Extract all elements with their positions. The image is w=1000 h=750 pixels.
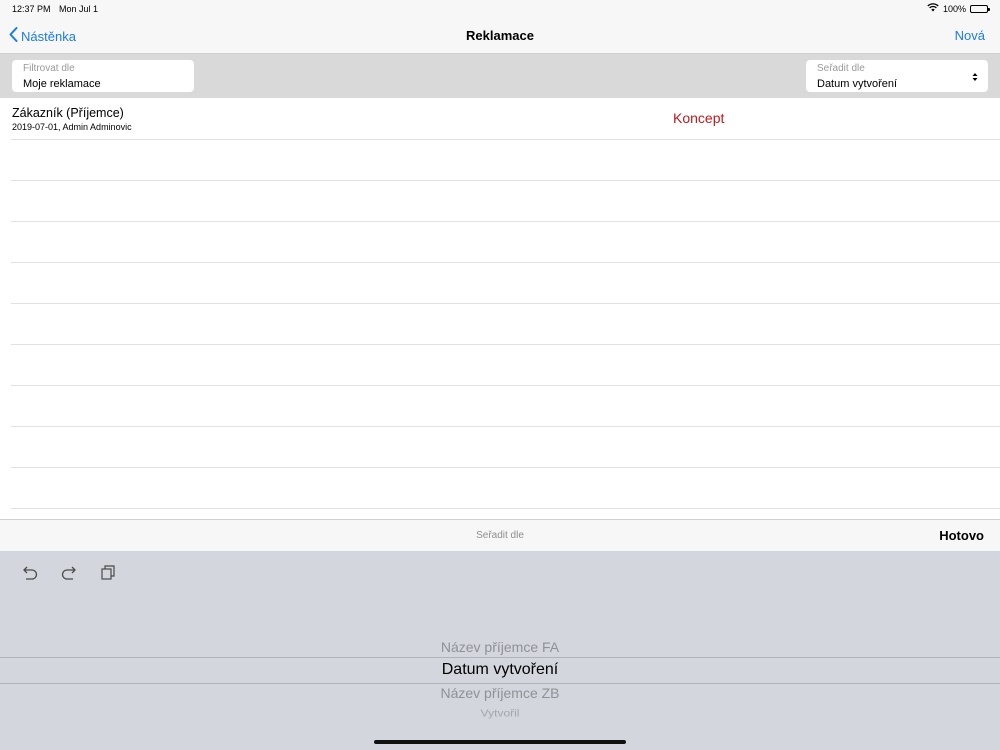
status-badge: Koncept (673, 110, 725, 126)
battery-icon (970, 4, 990, 13)
sort-label: Seřadit dle (817, 63, 865, 74)
filter-value: Moje reklamace (23, 78, 101, 90)
picker-option[interactable]: Název příjemce FA (0, 639, 1000, 655)
picker-toolbar: Seřadit dle Hotovo (0, 519, 1000, 551)
picker-selection-bottom-line (0, 683, 1000, 684)
sort-arrows-icon (972, 70, 978, 82)
row-divider (11, 139, 1000, 140)
done-button[interactable]: Hotovo (939, 528, 984, 543)
list-item-subtitle: 2019-07-01, Admin Adminovic (12, 122, 132, 132)
undo-icon[interactable] (20, 563, 40, 581)
sort-field[interactable]: Seřadit dle Datum vytvoření (806, 60, 988, 92)
list-item-title: Zákazník (Příjemce) (12, 106, 124, 120)
nav-bar: Nástěnka Reklamace Nová (0, 18, 1000, 54)
picker-option[interactable]: Vytvořil (0, 707, 1000, 719)
new-button[interactable]: Nová (955, 28, 985, 43)
picker-option[interactable]: Název příjemce ZB (0, 685, 1000, 701)
wifi-icon (927, 3, 939, 14)
list-item[interactable]: Zákazník (Příjemce) 2019-07-01, Admin Ad… (0, 98, 1000, 139)
sort-value: Datum vytvoření (817, 78, 898, 90)
row-divider (11, 262, 1000, 263)
battery-percent: 100% (942, 3, 966, 14)
row-divider (11, 426, 1000, 427)
row-divider (11, 303, 1000, 304)
picker-option-selected[interactable]: Datum vytvoření (0, 661, 1000, 679)
picker-area: Název příjemce FA Datum vytvoření Název … (0, 551, 1000, 750)
status-date: Mon Jul 1 (59, 4, 99, 14)
row-divider (11, 467, 1000, 468)
filter-field[interactable]: Filtrovat dle Moje reklamace (12, 60, 194, 92)
page-title: Reklamace (466, 28, 534, 43)
row-divider (11, 180, 1000, 181)
redo-icon[interactable] (59, 563, 79, 581)
row-divider (11, 221, 1000, 222)
row-divider (11, 385, 1000, 386)
status-bar: 12:37 PM Mon Jul 1 100% (0, 0, 1000, 18)
filter-bar: Filtrovat dle Moje reklamace Seřadit dle… (0, 54, 1000, 98)
status-time: 12:37 PM (12, 4, 51, 14)
screen: 12:37 PM Mon Jul 1 100% Nástěnka Reklama… (0, 0, 1000, 750)
reklamace-list: Zákazník (Příjemce) 2019-07-01, Admin Ad… (0, 98, 1000, 520)
picker-selection-top-line (0, 657, 1000, 658)
picker-title: Seřadit dle (476, 530, 524, 541)
row-divider (11, 508, 1000, 509)
status-right: 100% (927, 3, 990, 14)
paste-icon[interactable] (99, 563, 119, 581)
row-divider (11, 344, 1000, 345)
home-indicator[interactable] (374, 740, 626, 744)
filter-label: Filtrovat dle (23, 63, 75, 74)
